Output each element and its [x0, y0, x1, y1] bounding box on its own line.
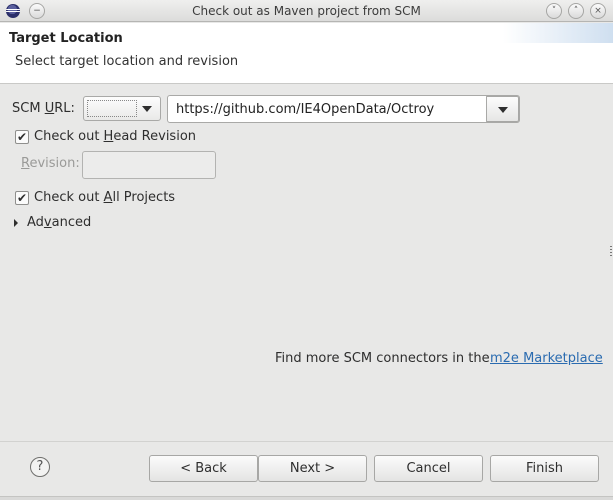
help-icon[interactable]: ?	[30, 457, 50, 477]
head-revision-label[interactable]: Check out Head Revision	[34, 129, 196, 144]
expand-arrow-icon[interactable]	[14, 219, 18, 227]
revision-label: Revision:	[21, 156, 80, 171]
close-button[interactable]: ×	[590, 3, 606, 19]
next-button[interactable]: Next >	[258, 455, 367, 482]
scm-url-label: SCM URL:	[12, 101, 75, 116]
revision-input[interactable]	[82, 151, 216, 179]
head-revision-checkbox[interactable]: ✔	[15, 130, 29, 144]
scm-type-value	[87, 100, 137, 117]
scm-url-combo[interactable]: https://github.com/IE4OpenData/Octroy	[167, 95, 520, 123]
resize-grip-icon[interactable]	[610, 246, 612, 256]
wizard-page-description: Select target location and revision	[15, 54, 239, 69]
connectors-text: Find more SCM connectors in the	[275, 351, 490, 366]
footer-separator	[0, 441, 613, 442]
advanced-section-toggle[interactable]: Advanced	[27, 215, 91, 230]
window-title: Check out as Maven project from SCM	[192, 4, 421, 18]
all-projects-checkbox[interactable]: ✔	[15, 191, 29, 205]
m2e-marketplace-link[interactable]: m2e Marketplace	[490, 351, 603, 366]
scm-url-input[interactable]: https://github.com/IE4OpenData/Octroy	[176, 102, 434, 117]
scm-url-dropdown-button[interactable]	[486, 96, 519, 122]
scm-type-dropdown[interactable]	[83, 96, 161, 121]
cancel-button[interactable]: Cancel	[374, 455, 483, 482]
back-button[interactable]: < Back	[149, 455, 258, 482]
maximize-button[interactable]: ˄	[568, 3, 584, 19]
window-titlebar: − Check out as Maven project from SCM ˅ …	[0, 0, 613, 22]
chevron-down-icon	[142, 106, 152, 112]
window-bottom-edge	[0, 496, 613, 500]
wizard-header: Target Location Select target location a…	[0, 23, 613, 84]
minimize-button[interactable]: ˅	[546, 3, 562, 19]
all-projects-label[interactable]: Check out All Projects	[34, 190, 175, 205]
finish-button[interactable]: Finish	[490, 455, 599, 482]
chevron-down-icon	[498, 107, 508, 113]
wizard-page-title: Target Location	[9, 31, 123, 46]
